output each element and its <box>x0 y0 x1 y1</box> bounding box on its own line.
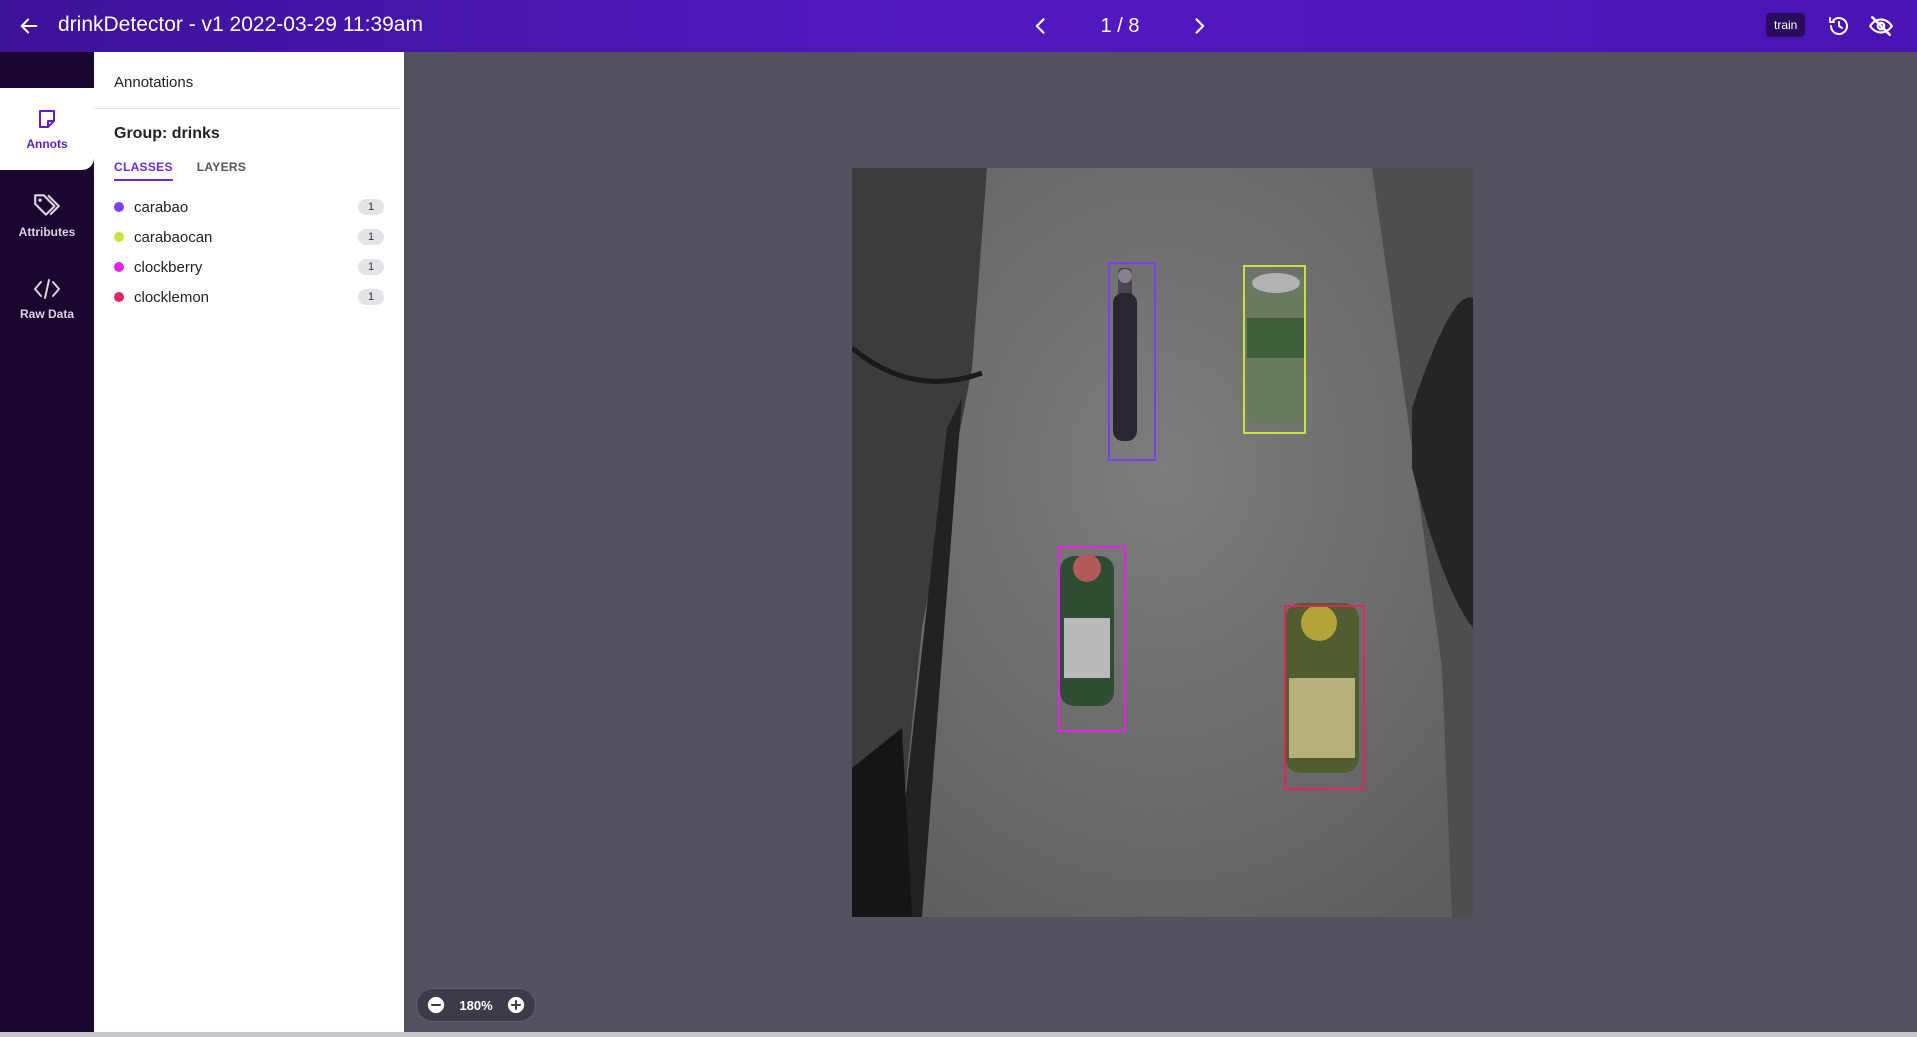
rail-item-label: Raw Data <box>19 307 75 321</box>
class-name: carabaocan <box>134 228 213 246</box>
arrow-left-icon <box>20 18 38 34</box>
code-icon <box>34 279 60 299</box>
panel-divider <box>94 108 400 109</box>
class-name: clocklemon <box>134 288 210 306</box>
class-color-dot <box>114 262 124 272</box>
tab-classes[interactable]: CLASSES <box>114 160 173 181</box>
chevron-left-icon <box>1035 18 1045 34</box>
class-row-carabaocan[interactable]: carabaocan 1 <box>114 222 384 252</box>
chevron-right-icon <box>1195 18 1205 34</box>
eye-off-icon <box>1868 16 1894 36</box>
plus-circle-icon <box>507 996 525 1014</box>
drinks-photo <box>852 168 1473 917</box>
zoom-control: 180% <box>416 988 536 1022</box>
class-color-dot <box>114 202 124 212</box>
history-icon <box>1829 17 1848 35</box>
panel-tabs: CLASSES LAYERS <box>114 160 246 181</box>
class-count-badge: 1 <box>358 199 384 215</box>
panel-title: Annotations <box>114 74 194 91</box>
bounding-box-clocklemon[interactable] <box>1284 605 1365 790</box>
left-rail: Annots Attributes Raw Data <box>0 52 94 1032</box>
tab-layers[interactable]: LAYERS <box>197 160 246 181</box>
next-image-button[interactable] <box>1183 10 1215 42</box>
sticky-note-icon <box>39 110 55 128</box>
top-bar: drinkDetector - v1 2022-03-29 11:39am 1 … <box>0 0 1917 52</box>
back-button[interactable] <box>14 11 44 41</box>
bottom-strip <box>0 1032 1917 1037</box>
class-row-clockberry[interactable]: clockberry 1 <box>114 252 384 282</box>
rail-item-label: Annots <box>26 137 68 151</box>
class-name: carabao <box>134 198 189 216</box>
bounding-box-carabaocan[interactable] <box>1243 265 1306 434</box>
class-row-carabao[interactable]: carabao 1 <box>114 192 384 222</box>
rail-item-attributes[interactable]: Attributes <box>0 174 94 256</box>
zoom-out-button[interactable] <box>425 994 447 1016</box>
pager-count: 1 / 8 <box>1100 14 1140 37</box>
class-color-dot <box>114 292 124 302</box>
rail-item-raw-data[interactable]: Raw Data <box>0 258 94 340</box>
image-pager: 1 / 8 <box>1025 10 1215 42</box>
bounding-box-carabao[interactable] <box>1108 262 1156 461</box>
history-button[interactable] <box>1824 11 1854 41</box>
group-title: Group: drinks <box>114 125 220 142</box>
class-count-badge: 1 <box>358 259 384 275</box>
class-count-badge: 1 <box>358 289 384 305</box>
zoom-in-button[interactable] <box>505 994 527 1016</box>
toggle-visibility-button[interactable] <box>1866 11 1896 41</box>
class-count-badge: 1 <box>358 229 384 245</box>
class-row-clocklemon[interactable]: clocklemon 1 <box>114 282 384 312</box>
annotated-image[interactable] <box>852 168 1473 917</box>
zoom-level: 180% <box>459 997 493 1013</box>
class-color-dot <box>114 232 124 242</box>
annotations-panel: Annotations Group: drinks CLASSES LAYERS… <box>94 52 404 1032</box>
tags-icon <box>34 194 60 216</box>
minus-circle-icon <box>427 996 445 1014</box>
class-list: carabao 1 carabaocan 1 clockberry 1 cloc… <box>114 192 384 312</box>
rail-item-annots[interactable]: Annots <box>0 70 94 170</box>
previous-image-button[interactable] <box>1025 10 1057 42</box>
split-badge: train <box>1766 13 1806 37</box>
class-name: clockberry <box>134 258 203 276</box>
bounding-box-clockberry[interactable] <box>1058 546 1126 732</box>
dataset-title: drinkDetector - v1 2022-03-29 11:39am <box>58 13 423 36</box>
rail-item-label: Attributes <box>18 225 76 239</box>
